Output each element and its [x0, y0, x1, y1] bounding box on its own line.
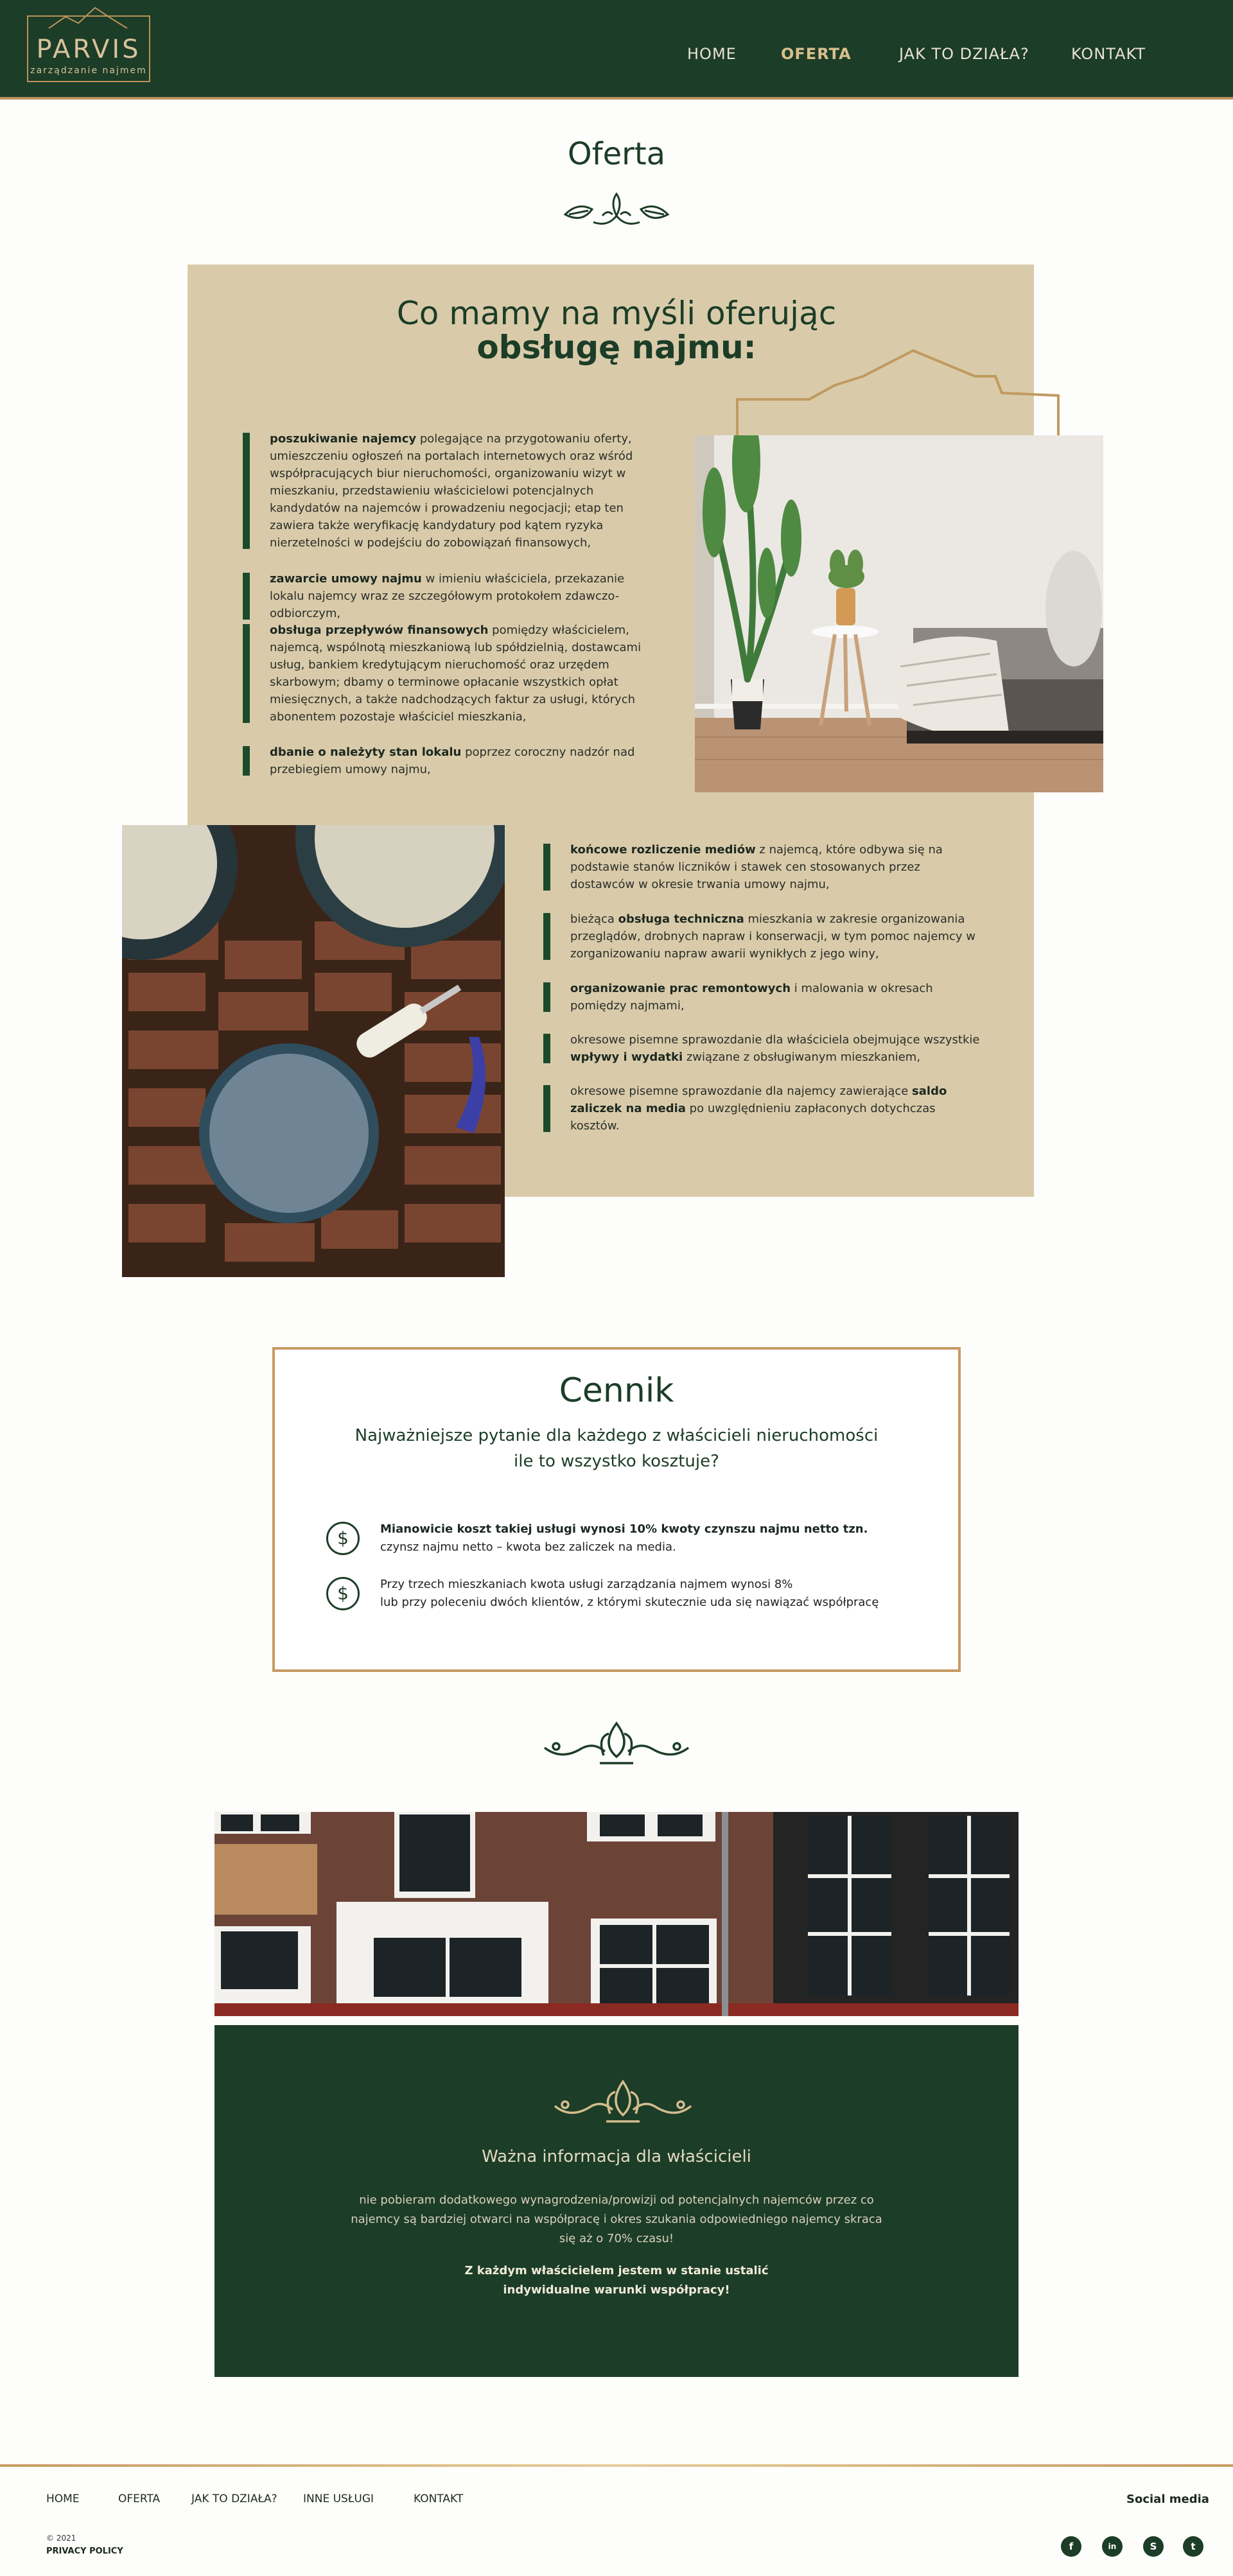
item-bar [543, 844, 550, 891]
footer-nav-kontakt[interactable]: KONTAKT [414, 2493, 463, 2505]
offer-item: poszukiwanie najemcy polegające na przyg… [243, 430, 654, 552]
item-bar [243, 433, 250, 549]
item-bar [543, 1034, 550, 1063]
pricing-row: $ Mianowicie koszt takiej usługi wynosi … [326, 1520, 943, 1559]
info-title: Ważna informacja dla właścicieli [482, 2147, 751, 2166]
copyright: © 2021 [46, 2534, 76, 2543]
footer-nav-oferta[interactable]: OFERTA [118, 2493, 160, 2505]
pricing-subtitle: Najważniejsze pytanie dla każdego z właś… [354, 1426, 879, 1471]
footer-nav-jak-to-dziala[interactable]: JAK TO DZIAŁA? [191, 2493, 277, 2505]
building-facade-photo [214, 1812, 1019, 2016]
flourish-ornament-icon [552, 2078, 694, 2128]
dollar-icon: $ [326, 1522, 360, 1555]
offer-item: okresowe pisemne sprawozdanie dla właści… [543, 1031, 980, 1066]
offer-item: dbanie o należyty stan lokalu poprzez co… [243, 744, 654, 778]
linkedin-icon[interactable]: in [1102, 2536, 1123, 2557]
page-title: Oferta [567, 136, 666, 172]
logo[interactable]: PARVIS zarządzanie najmem [27, 6, 150, 82]
paint-photo [122, 825, 505, 1277]
twitter-icon[interactable]: t [1183, 2536, 1203, 2557]
item-bar [243, 746, 250, 776]
item-bar [243, 573, 250, 620]
item-bar [543, 982, 550, 1012]
info-highlight: Z każdym właścicielem jestem w stanie us… [464, 2264, 769, 2297]
footer-nav-inne-uslugi[interactable]: INNE USŁUGI [303, 2493, 374, 2505]
offer-heading-line1: Co mamy na myśli oferując [396, 295, 837, 332]
info-body: nie pobieram dodatkowego wynagrodzenia/p… [351, 2193, 882, 2245]
item-bar [543, 913, 550, 960]
room-photo [695, 435, 1103, 792]
offer-item: końcowe rozliczenie mediów z najemcą, kt… [543, 841, 980, 893]
item-bar [543, 1085, 550, 1132]
pricing-title: Cennik [559, 1371, 674, 1410]
nav-jak-to-dziala[interactable]: JAK TO DZIAŁA? [899, 45, 1029, 63]
nav-home[interactable]: HOME [687, 45, 737, 63]
footer-nav-home[interactable]: HOME [46, 2493, 80, 2505]
footer-divider [0, 2464, 1233, 2467]
skype-icon[interactable]: S [1143, 2536, 1164, 2557]
nav-kontakt[interactable]: KONTAKT [1071, 45, 1146, 63]
nav-oferta[interactable]: OFERTA [781, 45, 852, 63]
pricing-row: $ Przy trzech mieszkaniach kwota usługi … [326, 1576, 943, 1614]
dollar-icon: $ [326, 1577, 360, 1610]
logo-roof-icon [48, 6, 128, 29]
social-media-label: Social media [1126, 2493, 1209, 2506]
offer-item: obsługa przepływów finansowych pomiędzy … [243, 622, 654, 726]
privacy-policy-link[interactable]: PRIVACY POLICY [46, 2546, 123, 2556]
leaf-ornament-icon [563, 190, 670, 234]
flourish-ornament-icon [542, 1718, 691, 1770]
logo-tagline: zarządzanie najmem [30, 65, 147, 76]
offer-item: zawarcie umowy najmu w imieniu właścicie… [243, 570, 654, 622]
offer-item: bieżąca obsługa techniczna mieszkania w … [543, 910, 980, 962]
site-header [0, 0, 1233, 100]
logo-brand: PARVIS [36, 35, 141, 64]
facebook-icon[interactable]: f [1061, 2536, 1081, 2557]
offer-item: okresowe pisemne sprawozdanie dla najemc… [543, 1083, 980, 1135]
item-bar [243, 624, 250, 723]
offer-item: organizowanie prac remontowych i malowan… [543, 980, 980, 1014]
